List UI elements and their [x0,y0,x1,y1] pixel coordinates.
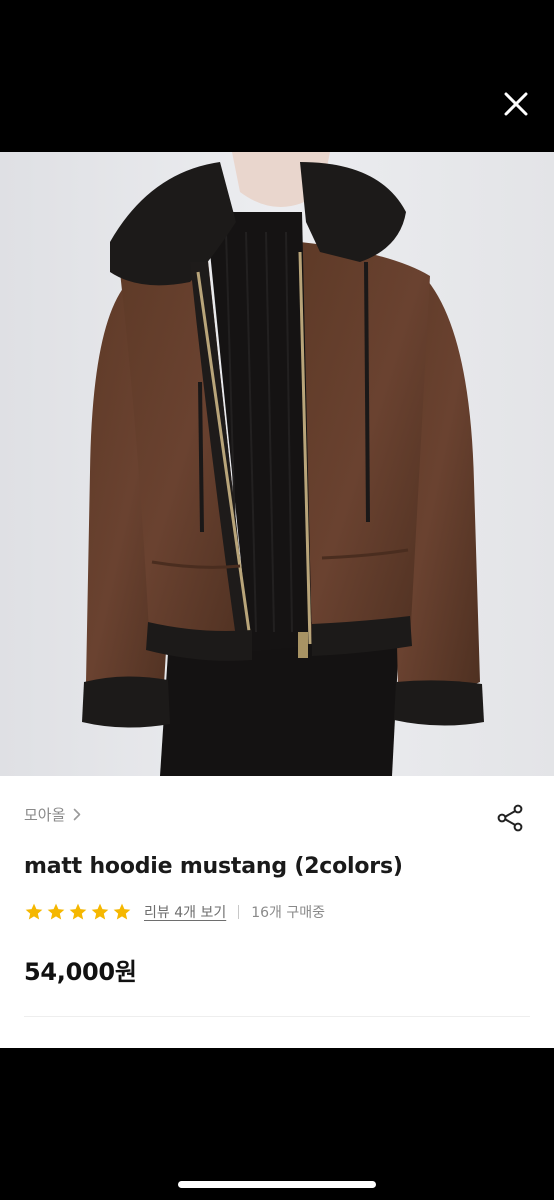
star-rating [24,902,132,922]
rating-row: 리뷰 4개 보기 16개 구매중 [24,902,325,922]
share-button[interactable] [490,798,530,838]
product-detail-screen: 모아올 matt hoodie mustang (2colors) 리뷰 4개 … [0,0,554,1200]
section-divider [24,1016,530,1017]
product-info: 모아올 matt hoodie mustang (2colors) 리뷰 4개 … [0,776,554,1048]
star-icon [68,902,88,922]
star-icon [24,902,44,922]
divider [238,905,240,919]
seller-name: 모아올 [24,806,66,824]
jacket-illustration [0,152,554,776]
star-icon [46,902,66,922]
star-icon [112,902,132,922]
product-title: matt hoodie mustang (2colors) [24,854,403,879]
star-icon [90,902,110,922]
purchase-count: 16개 구매중 [251,905,326,921]
close-button[interactable] [494,82,538,126]
bottom-area [0,1048,554,1200]
share-icon [497,804,523,832]
product-photo[interactable] [0,152,554,776]
home-indicator[interactable] [178,1181,376,1188]
seller-link[interactable]: 모아올 [24,804,81,825]
review-link[interactable]: 리뷰 4개 보기 [144,902,226,922]
top-bar [0,0,554,152]
chevron-right-icon [73,808,81,821]
close-icon [504,92,528,116]
product-price: 54,000원 [24,958,137,986]
